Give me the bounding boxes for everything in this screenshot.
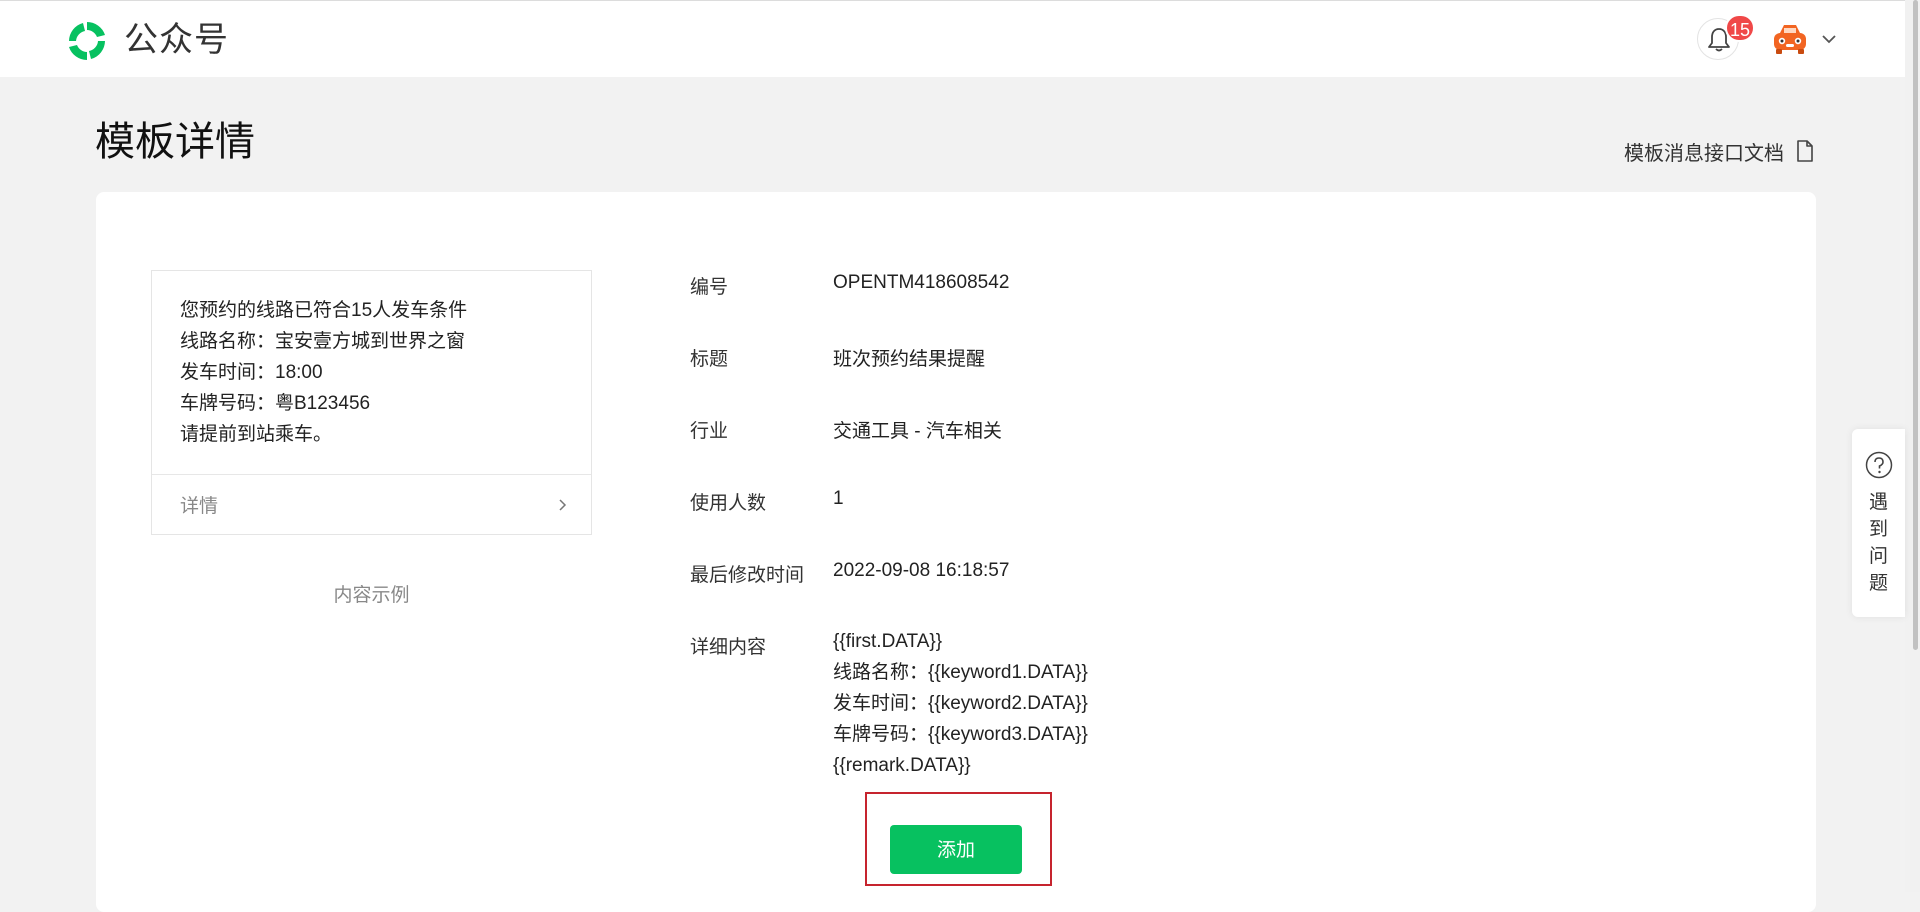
preview-line: 您预约的线路已符合15人发车条件 [180, 300, 468, 321]
wechat-official-account-logo[interactable] [64, 18, 110, 64]
scrollbar-thumb[interactable] [1913, 0, 1918, 650]
usage-count-value: 1 [833, 488, 844, 509]
preview-caption: 内容示例 [333, 585, 410, 606]
industry-label: 行业 [690, 421, 729, 442]
template-api-doc-link[interactable]: 模板消息接口文档 [1624, 136, 1814, 166]
document-icon [1797, 140, 1813, 162]
title-value: 班次预约结果提醒 [833, 349, 986, 370]
content-line: 发车时间：{{keyword2.DATA}} [833, 693, 1088, 714]
add-button[interactable]: 添加 [890, 825, 1022, 874]
notification-badge: 15 [1725, 14, 1756, 42]
message-preview: 您预约的线路已符合15人发车条件 线路名称：宝安壹方城到世界之窗 发车时间：18… [151, 270, 592, 535]
content-line: {{remark.DATA}} [833, 755, 971, 776]
preview-detail-link[interactable]: 详情 [152, 475, 591, 535]
template-content: {{first.DATA}} 线路名称：{{keyword1.DATA}} 发车… [833, 626, 1088, 781]
usage-count-label: 使用人数 [690, 493, 767, 514]
content-label: 详细内容 [690, 637, 767, 658]
chevron-right-icon [559, 499, 567, 511]
preview-line: 线路名称：宝安壹方城到世界之窗 [180, 331, 466, 352]
id-value: OPENTM418608542 [833, 272, 1010, 293]
page-title: 模板详情 [95, 120, 255, 164]
help-char: 问 [1868, 546, 1888, 567]
help-char: 题 [1868, 573, 1888, 594]
preview-line: 请提前到站乘车。 [180, 424, 333, 445]
preview-line: 车牌号码：粤B123456 [180, 393, 371, 414]
title-label: 标题 [690, 349, 729, 370]
doc-link-label: 模板消息接口文档 [1624, 142, 1784, 165]
content-line: 车牌号码：{{keyword3.DATA}} [833, 724, 1088, 745]
help-char: 遇 [1868, 492, 1888, 513]
question-circle-icon [1865, 451, 1893, 479]
top-bar: 公众号 15 [0, 0, 1905, 77]
car-avatar[interactable] [1771, 20, 1809, 58]
chevron-down-icon[interactable] [1821, 34, 1837, 44]
help-panel[interactable]: 遇 到 问 题 [1852, 429, 1905, 617]
brand-name[interactable]: 公众号 [124, 18, 229, 62]
last-modified-value: 2022-09-08 16:18:57 [833, 560, 1010, 581]
preview-detail-label: 详情 [180, 496, 219, 517]
help-label: 遇 到 问 题 [1852, 489, 1905, 597]
industry-value: 交通工具 - 汽车相关 [833, 421, 1002, 442]
id-label: 编号 [690, 277, 729, 298]
content-line: 线路名称：{{keyword1.DATA}} [833, 662, 1088, 683]
help-char: 到 [1868, 519, 1888, 540]
content-line: {{first.DATA}} [833, 631, 943, 652]
last-modified-label: 最后修改时间 [690, 565, 805, 586]
preview-content: 您预约的线路已符合15人发车条件 线路名称：宝安壹方城到世界之窗 发车时间：18… [180, 295, 467, 450]
preview-line: 发车时间：18:00 [180, 362, 323, 383]
